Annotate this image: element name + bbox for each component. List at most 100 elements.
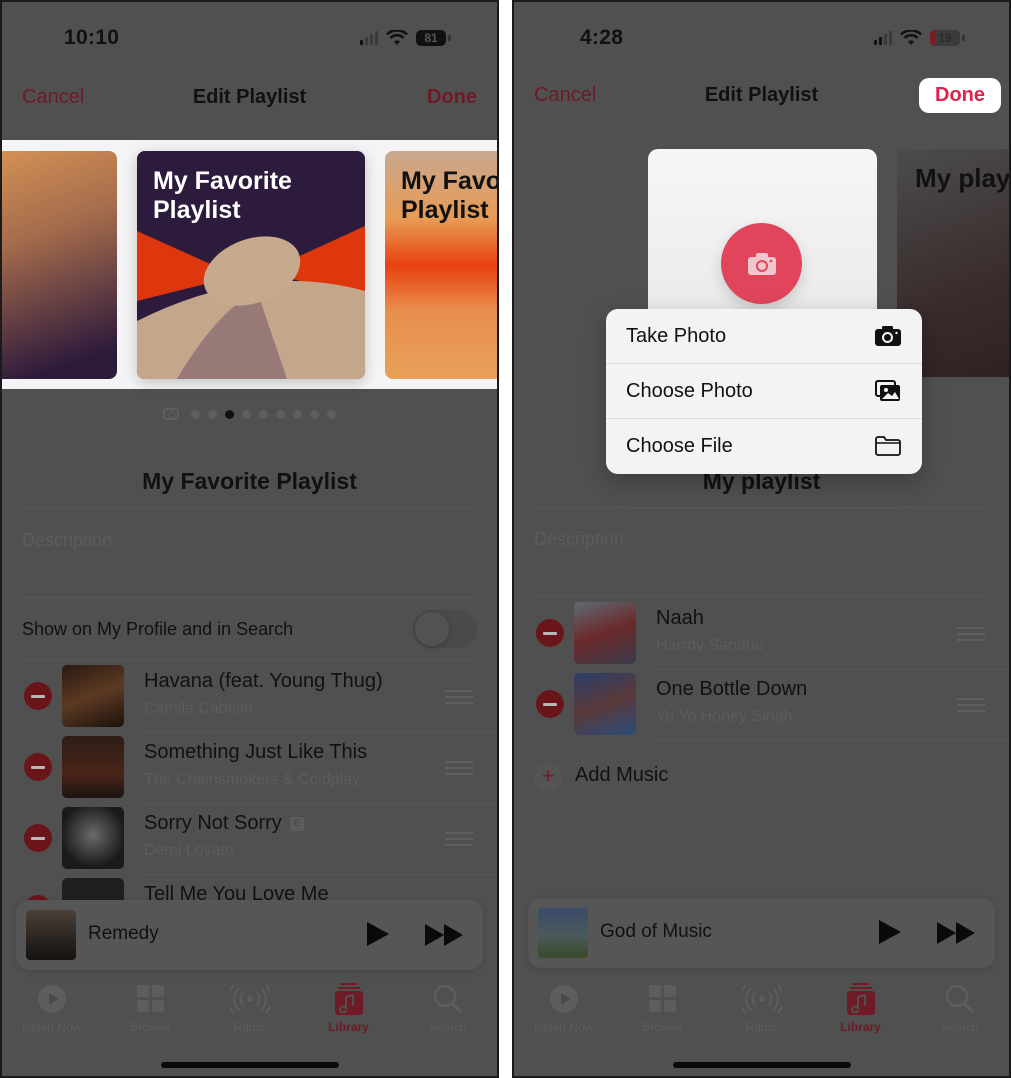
description-field[interactable]: Description <box>534 529 624 550</box>
page-dot[interactable] <box>208 409 217 419</box>
divider <box>22 660 477 661</box>
wifi-icon <box>386 30 408 45</box>
page-dot[interactable] <box>327 409 336 419</box>
add-photo-button[interactable] <box>721 223 802 304</box>
album-art <box>62 736 124 798</box>
search-icon <box>433 984 462 1014</box>
tab-listen-now[interactable]: Listen Now <box>514 982 613 1042</box>
page-dot[interactable] <box>242 409 251 419</box>
tab-radio[interactable]: Radio <box>712 982 811 1042</box>
battery-nub <box>962 35 965 41</box>
artwork-page-indicator[interactable] <box>2 408 497 420</box>
album-art <box>574 673 636 735</box>
cancel-button[interactable]: Cancel <box>534 84 596 107</box>
divider <box>22 597 477 598</box>
tab-listen-now[interactable]: Listen Now <box>2 982 101 1042</box>
show-on-profile-toggle[interactable] <box>413 610 477 648</box>
description-field[interactable]: Description <box>22 530 112 551</box>
remove-song-button[interactable] <box>24 753 52 781</box>
artwork-carousel[interactable]: orite My Favorite Playlist My Favo <box>2 140 497 389</box>
page-dot[interactable] <box>259 409 268 419</box>
status-icons: 81 <box>360 30 451 46</box>
tab-label: Library <box>328 1020 369 1034</box>
page-dot[interactable] <box>191 409 200 419</box>
tab-search[interactable]: Search <box>398 982 497 1042</box>
done-button[interactable]: Done <box>427 86 477 109</box>
home-indicator[interactable] <box>672 1062 851 1068</box>
battery-indicator: 19 <box>930 30 960 46</box>
reorder-handle-icon[interactable] <box>957 698 985 712</box>
home-indicator[interactable] <box>160 1062 339 1068</box>
toggle-knob <box>414 611 450 647</box>
menu-item-take-photo[interactable]: Take Photo <box>606 309 922 364</box>
tab-label: Browse <box>642 1020 683 1034</box>
tab-label: Search <box>428 1020 467 1034</box>
play-icon[interactable] <box>367 922 389 946</box>
battery-indicator: 81 <box>416 30 446 46</box>
camera-page-icon[interactable] <box>163 408 179 420</box>
tab-library[interactable]: Library <box>299 982 398 1042</box>
remove-song-button[interactable] <box>536 619 564 647</box>
play-icon[interactable] <box>879 920 901 944</box>
camera-icon <box>747 252 776 275</box>
song-row[interactable]: Sorry Not Sorry E Demi Lovato <box>2 804 497 875</box>
artwork-title: My Favorite Playlist <box>153 167 292 224</box>
tab-label: Browse <box>130 1020 171 1034</box>
tab-browse[interactable]: Browse <box>613 982 712 1042</box>
listen-now-icon <box>549 985 578 1013</box>
song-title: Naah <box>656 607 704 629</box>
library-icon <box>334 983 363 1015</box>
mini-player[interactable]: God of Music <box>528 898 995 968</box>
left-phone-screen: 10:10 81 Cancel Edit Playlist Done orite <box>0 0 499 1078</box>
reorder-handle-icon[interactable] <box>445 832 473 846</box>
browse-icon <box>648 985 676 1012</box>
wifi-icon <box>900 30 922 45</box>
menu-item-label: Take Photo <box>626 325 727 347</box>
tab-label: Radio <box>745 1020 778 1034</box>
reorder-handle-icon[interactable] <box>957 627 985 641</box>
song-row[interactable]: Havana (feat. Young Thug) Camila Cabello <box>2 662 497 733</box>
remove-song-button[interactable] <box>24 682 52 710</box>
status-icons: 19 <box>874 30 965 46</box>
song-row[interactable]: Something Just Like This The Chainsmoker… <box>2 733 497 804</box>
divider <box>534 507 989 508</box>
menu-item-choose-file[interactable]: Choose File <box>606 419 922 474</box>
artwork-option[interactable]: My Favo Playlist <box>385 151 497 379</box>
menu-item-choose-photo[interactable]: Choose Photo <box>606 364 922 419</box>
radio-icon <box>229 984 270 1014</box>
tab-label: Library <box>840 1020 881 1034</box>
cellular-signal-icon <box>360 31 378 45</box>
tab-library[interactable]: Library <box>811 982 910 1042</box>
tab-browse[interactable]: Browse <box>101 982 200 1042</box>
song-artist: Yo Yo Honey Singh <box>656 708 793 725</box>
page-dot[interactable] <box>310 409 319 419</box>
page-dot[interactable] <box>293 409 302 419</box>
fast-forward-icon[interactable] <box>425 924 463 946</box>
song-artist: Harrdy Sandhu <box>656 637 764 654</box>
photo-library-icon <box>875 380 900 401</box>
explicit-badge: E <box>289 817 304 831</box>
cancel-button[interactable]: Cancel <box>22 86 84 109</box>
done-button[interactable]: Done <box>919 78 1001 113</box>
page-dot[interactable] <box>276 409 285 419</box>
song-row[interactable]: Naah Harrdy Sandhu <box>514 599 1009 670</box>
tab-search[interactable]: Search <box>910 982 1009 1042</box>
mini-player[interactable]: Remedy <box>16 900 483 970</box>
remove-song-button[interactable] <box>536 690 564 718</box>
song-row[interactable]: One Bottle Down Yo Yo Honey Singh <box>514 670 1009 741</box>
divider <box>534 596 989 597</box>
menu-item-label: Choose Photo <box>626 380 753 402</box>
playlist-name-field[interactable]: My Favorite Playlist <box>2 468 497 495</box>
fast-forward-icon[interactable] <box>937 922 975 944</box>
artwork-option[interactable]: orite <box>2 151 117 379</box>
reorder-handle-icon[interactable] <box>445 761 473 775</box>
listen-now-icon <box>37 985 66 1013</box>
remove-song-button[interactable] <box>24 824 52 852</box>
tab-radio[interactable]: Radio <box>200 982 299 1042</box>
cellular-signal-icon <box>874 31 892 45</box>
page-dot-active[interactable] <box>225 409 234 419</box>
reorder-handle-icon[interactable] <box>445 690 473 704</box>
radio-icon <box>741 984 782 1014</box>
artwork-option-selected[interactable]: My Favorite Playlist <box>137 151 365 379</box>
song-title-with-badge: Sorry Not Sorry E <box>144 812 304 835</box>
